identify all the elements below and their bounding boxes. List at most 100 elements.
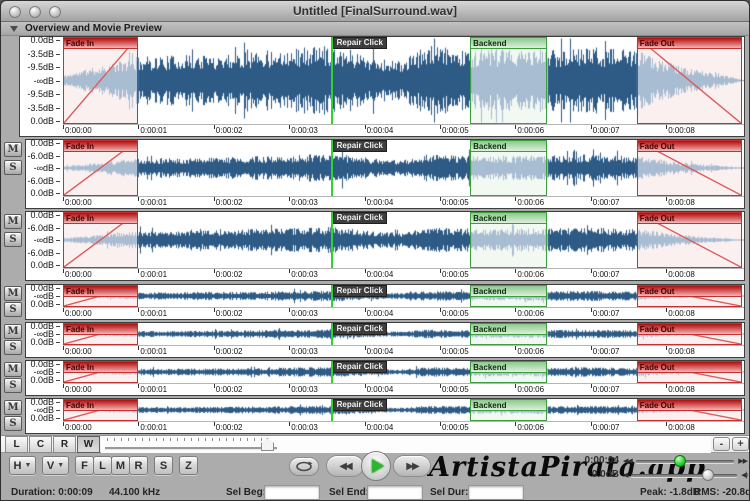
playback-slider-thumb[interactable]: [674, 454, 687, 467]
time-ruler[interactable]: 0:00:00 0:00:01 0:00:02 0:00:03 0:00:04 0:00:…: [63, 421, 744, 433]
repair-click-marker-label[interactable]: Repair Click: [332, 323, 387, 335]
time-ruler[interactable]: 0:00:00 0:00:01 0:00:02 0:00:03 0:00:04 0:00:…: [63, 307, 744, 319]
solo-button-channel-3[interactable]: S: [4, 302, 22, 317]
time-ruler[interactable]: 0:00:00 0:00:01 0:00:02 0:00:03 0:00:04 0:00:…: [63, 345, 744, 357]
play-button[interactable]: [361, 451, 391, 481]
solo-button-channel-1[interactable]: S: [4, 160, 22, 175]
solo-button-channel-4[interactable]: S: [4, 340, 22, 355]
tool-button-r[interactable]: R: [129, 456, 148, 475]
fade-in-region[interactable]: Fade In: [63, 323, 138, 345]
channel-button-right[interactable]: R: [53, 436, 76, 453]
fade-in-region[interactable]: Fade In: [63, 285, 138, 307]
backend-region-label: Backend: [471, 286, 547, 297]
backend-region[interactable]: Backend: [470, 212, 548, 268]
backend-region[interactable]: Backend: [470, 361, 548, 383]
fast-forward-button[interactable]: ▶▶: [393, 455, 431, 477]
waveform-display[interactable]: Fade In Backend Fade Out Repair Click: [63, 285, 744, 307]
repair-click-marker-label[interactable]: Repair Click: [332, 361, 387, 373]
time-ruler[interactable]: 0:00:00 0:00:01 0:00:02 0:00:03 0:00:04 0:00:…: [63, 383, 744, 395]
sel-end-input[interactable]: [367, 485, 423, 500]
skip-back-icon[interactable]: ◀◀: [623, 457, 633, 465]
ruler-tick: [364, 346, 366, 350]
horizontal-zoom-slider[interactable]: [101, 436, 711, 453]
tool-button-m[interactable]: M: [111, 456, 130, 475]
ruler-tick: [63, 125, 64, 129]
zoom-slider-tick: [198, 438, 199, 441]
fade-out-region[interactable]: Fade Out: [636, 285, 742, 307]
v-zoom-menu-button[interactable]: V ▼: [42, 456, 69, 475]
tool-button-l[interactable]: L: [93, 456, 112, 475]
time-ruler[interactable]: 0:00:00 0:00:01 0:00:02 0:00:03 0:00:04 0:00:…: [63, 268, 744, 280]
volume-slider-thumb[interactable]: [701, 468, 714, 481]
fade-in-region-label: Fade In: [64, 141, 137, 152]
repair-click-marker-label[interactable]: Repair Click: [332, 285, 387, 297]
waveform-display[interactable]: Fade In Backend Fade Out Repair Click: [63, 361, 744, 383]
tool-button-f[interactable]: F: [75, 456, 94, 475]
mute-button-channel-6[interactable]: M: [4, 400, 22, 415]
fade-out-region-label: Fade Out: [637, 324, 741, 335]
sel-beg-input[interactable]: [264, 485, 320, 500]
mute-button-channel-4[interactable]: M: [4, 324, 22, 339]
sel-dur-input[interactable]: [468, 485, 524, 500]
volume-slider[interactable]: [631, 468, 738, 481]
zoom-out-button[interactable]: -: [713, 437, 730, 451]
time-ruler[interactable]: 0:00:00 0:00:01 0:00:02 0:00:03 0:00:04 0:00:…: [63, 124, 744, 136]
ruler-tick: [289, 125, 291, 129]
fade-out-region[interactable]: Fade Out: [636, 399, 742, 421]
tool-button-z[interactable]: Z: [179, 456, 198, 475]
mute-button-channel-1[interactable]: M: [4, 142, 22, 157]
tool-button-s[interactable]: S: [154, 456, 173, 475]
zoom-slider-tick: [205, 438, 206, 441]
fade-in-region[interactable]: Fade In: [63, 212, 138, 268]
fade-out-region[interactable]: Fade Out: [636, 37, 742, 124]
backend-region[interactable]: Backend: [470, 285, 548, 307]
fade-out-region[interactable]: Fade Out: [636, 361, 742, 383]
volume-min-icon[interactable]: ◀: [623, 471, 628, 479]
title-bar[interactable]: Untitled [FinalSurround.wav]: [1, 1, 749, 22]
repair-click-marker-label[interactable]: Repair Click: [332, 399, 387, 411]
solo-button-channel-6[interactable]: S: [4, 416, 22, 431]
channel-button-wave[interactable]: W: [77, 436, 100, 453]
fade-out-region[interactable]: Fade Out: [636, 323, 742, 345]
disclosure-triangle-icon[interactable]: [10, 25, 18, 32]
skip-forward-icon[interactable]: ▶▶: [738, 457, 748, 465]
fade-out-region[interactable]: Fade Out: [636, 140, 742, 196]
fade-in-region[interactable]: Fade In: [63, 140, 138, 196]
solo-button-channel-5[interactable]: S: [4, 378, 22, 393]
mute-button-channel-2[interactable]: M: [4, 214, 22, 229]
repair-click-marker-label[interactable]: Repair Click: [332, 212, 387, 224]
mute-button-channel-5[interactable]: M: [4, 362, 22, 377]
solo-button-channel-2[interactable]: S: [4, 232, 22, 247]
zoom-in-button[interactable]: +: [732, 437, 749, 451]
repair-click-marker-label[interactable]: Repair Click: [332, 140, 387, 152]
backend-region[interactable]: Backend: [470, 140, 548, 196]
backend-region[interactable]: Backend: [470, 323, 548, 345]
waveform-display[interactable]: Fade In Backend Fade Out Repair Click: [63, 323, 744, 345]
fade-in-region[interactable]: Fade In: [63, 399, 138, 421]
time-ruler[interactable]: 0:00:00 0:00:01 0:00:02 0:00:03 0:00:04 0:00:…: [63, 196, 744, 208]
rewind-button[interactable]: ◀◀: [326, 455, 364, 477]
speaker-icon[interactable]: ◀): [741, 471, 748, 479]
repair-click-marker-label[interactable]: Repair Click: [332, 37, 387, 49]
backend-region[interactable]: Backend: [470, 37, 548, 124]
waveform-display[interactable]: Fade In Backend Fade Out Repair Click: [63, 37, 744, 124]
h-zoom-menu-button[interactable]: H ▼: [9, 456, 36, 475]
ruler-time-label: 0:00:05: [442, 198, 469, 207]
ruler-tick: [138, 269, 140, 273]
ruler-tick: [138, 125, 140, 129]
waveform-display[interactable]: Fade In Backend Fade Out Repair Click: [63, 212, 744, 268]
mute-button-channel-3[interactable]: M: [4, 286, 22, 301]
backend-region[interactable]: Backend: [470, 399, 548, 421]
repair-click-marker-line[interactable]: [330, 37, 333, 124]
fade-in-region[interactable]: Fade In: [63, 37, 138, 124]
channel-button-center[interactable]: C: [29, 436, 52, 453]
channel-button-left[interactable]: L: [5, 436, 28, 453]
zoom-slider-thumb[interactable]: [261, 438, 274, 451]
playback-position-slider[interactable]: [635, 454, 735, 467]
waveform-display[interactable]: Fade In Backend Fade Out Repair Click: [63, 399, 744, 421]
loop-button[interactable]: [289, 457, 319, 476]
fade-out-region[interactable]: Fade Out: [636, 212, 742, 268]
fade-in-region[interactable]: Fade In: [63, 361, 138, 383]
waveform-display[interactable]: Fade In Backend Fade Out Repair Click: [63, 140, 744, 196]
fade-in-region-label: Fade In: [64, 324, 137, 335]
